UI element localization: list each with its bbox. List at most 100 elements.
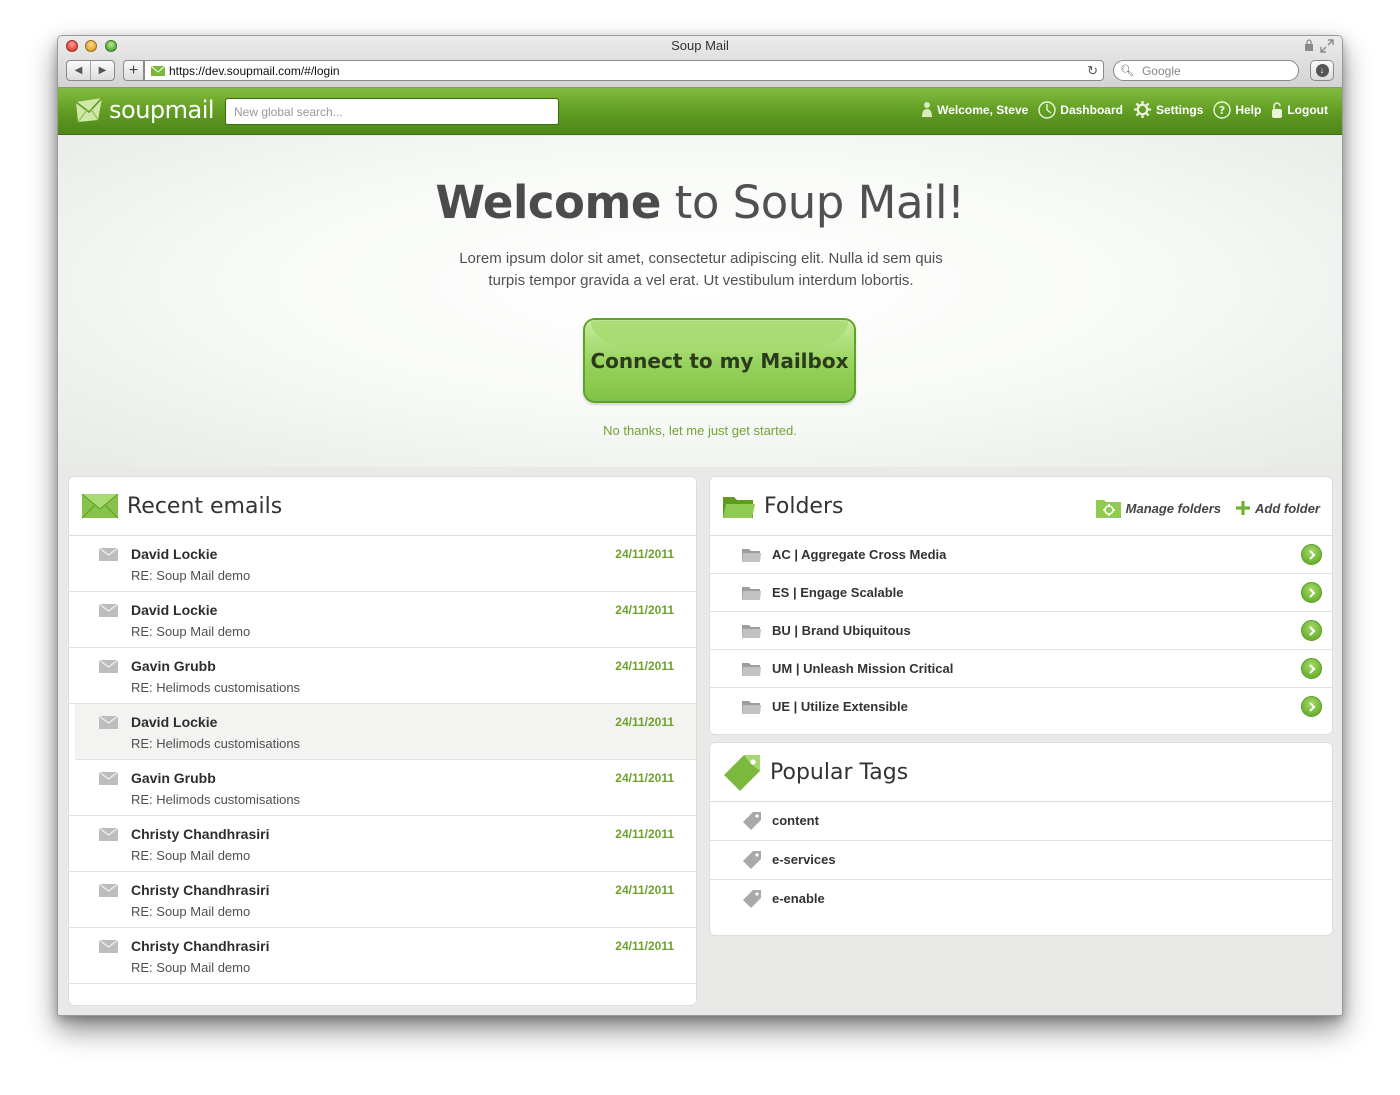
svg-text:?: ? <box>1219 104 1225 117</box>
hero-title: Welcome to Soup Mail! <box>58 176 1342 229</box>
email-row[interactable]: David Lockie RE: Soup Mail demo 24/11/2011 <box>69 592 696 648</box>
folder-name: ES | Engage Scalable <box>772 585 904 600</box>
forward-button[interactable]: ▶ <box>90 61 114 80</box>
email-date: 24/11/2011 <box>615 547 674 561</box>
add-tab-button[interactable]: + <box>123 60 144 81</box>
email-sender: Christy Chandhrasiri <box>131 938 270 954</box>
global-search-input[interactable] <box>225 98 559 125</box>
arrow-right-circle-icon[interactable] <box>1301 696 1322 717</box>
email-row[interactable]: Gavin Grubb RE: Helimods customisations 24… <box>69 760 696 816</box>
envelope-logo-icon <box>75 97 103 123</box>
email-date: 24/11/2011 <box>615 771 674 785</box>
connect-mailbox-button[interactable]: Connect to my Mailbox <box>583 318 856 403</box>
app-header: soupmail Welcome, Steve Dashboard <box>58 88 1342 135</box>
folder-list: AC | Aggregate Cross Media ES | Engage Sc… <box>710 536 1332 726</box>
tag-row[interactable]: e-enable <box>710 880 1332 919</box>
folder-row[interactable]: UM | Unleash Mission Critical <box>710 650 1332 688</box>
tag-icon <box>743 851 761 869</box>
nav-logout[interactable]: Logout <box>1271 101 1328 119</box>
logo[interactable]: soupmail <box>74 96 215 124</box>
logout-label: Logout <box>1287 102 1328 117</box>
plus-icon <box>1236 501 1250 515</box>
email-date: 24/11/2011 <box>615 715 674 729</box>
browser-search-field[interactable]: 🔍︎ Google <box>1113 60 1299 81</box>
arrow-right-circle-icon[interactable] <box>1301 582 1322 603</box>
envelope-icon <box>81 493 119 519</box>
add-folder-button[interactable]: Add folder <box>1235 500 1320 516</box>
email-subject: RE: Helimods customisations <box>131 736 301 751</box>
tag-label: content <box>772 813 819 828</box>
envelope-icon <box>99 716 118 729</box>
email-row[interactable]: David Lockie RE: Soup Mail demo 24/11/2011 <box>69 536 696 592</box>
email-subject: RE: Helimods customisations <box>131 792 301 807</box>
email-row[interactable]: Christy Chandhrasiri RE: Soup Mail demo 24… <box>69 872 696 928</box>
tag-row[interactable]: content <box>710 802 1332 841</box>
folder-row[interactable]: AC | Aggregate Cross Media <box>710 536 1332 574</box>
tag-row[interactable]: e-services <box>710 841 1332 880</box>
help-label: Help <box>1235 102 1262 117</box>
download-icon: ↓ <box>1315 64 1329 77</box>
email-row[interactable]: Gavin Grubb RE: Helimods customisations 24… <box>69 648 696 704</box>
arrow-right-circle-icon[interactable] <box>1301 658 1322 679</box>
envelope-icon <box>99 604 118 617</box>
nav-settings[interactable]: Settings <box>1133 100 1203 119</box>
manage-folders-button[interactable]: Manage folders <box>1095 497 1221 519</box>
folder-row[interactable]: ES | Engage Scalable <box>710 574 1332 612</box>
nav-dashboard[interactable]: Dashboard <box>1038 100 1123 119</box>
welcome-user[interactable]: Welcome, Steve <box>921 101 1028 118</box>
tag-list: content e-services e-enable <box>710 802 1332 919</box>
email-subject: RE: Soup Mail demo <box>131 960 251 975</box>
arrow-right-circle-icon[interactable] <box>1301 544 1322 565</box>
email-subject: RE: Soup Mail demo <box>131 904 251 919</box>
tag-icon <box>743 890 761 908</box>
folder-icon <box>742 625 761 638</box>
folders-header: Folders Manage folders Add folder <box>710 477 1332 536</box>
email-date: 24/11/2011 <box>615 883 674 897</box>
email-subject: RE: Soup Mail demo <box>131 568 251 583</box>
envelope-icon <box>99 940 118 953</box>
email-subject: RE: Soup Mail demo <box>131 624 251 639</box>
downloads-button[interactable]: ↓ <box>1310 60 1334 81</box>
hero-title-rest: to Soup Mail! <box>660 176 965 229</box>
favicon-icon <box>151 65 165 76</box>
email-row[interactable]: Christy Chandhrasiri RE: Soup Mail demo 24… <box>69 928 696 984</box>
email-row[interactable]: Christy Chandhrasiri RE: Soup Mail demo 24… <box>69 816 696 872</box>
tag-label: e-services <box>772 852 836 867</box>
nav-help[interactable]: ? Help <box>1213 100 1262 119</box>
envelope-icon <box>99 660 118 673</box>
url-text: https://dev.soupmail.com/#/login <box>169 63 340 78</box>
search-icon: 🔍︎ <box>1120 65 1134 77</box>
email-sender: Gavin Grubb <box>131 658 216 674</box>
back-button[interactable]: ◀ <box>67 61 90 80</box>
folder-icon <box>742 587 761 600</box>
folder-row[interactable]: BU | Brand Ubiquitous <box>710 612 1332 650</box>
folder-actions: Manage folders Add folder <box>1081 497 1320 519</box>
dashboard-icon <box>1038 100 1056 119</box>
address-bar[interactable]: https://dev.soupmail.com/#/login ↻ <box>144 60 1104 81</box>
email-date: 24/11/2011 <box>615 659 674 673</box>
email-sender: Christy Chandhrasiri <box>131 826 270 842</box>
manage-folders-label: Manage folders <box>1125 500 1221 516</box>
envelope-icon <box>99 828 118 841</box>
email-subject: RE: Helimods customisations <box>131 680 301 695</box>
recent-emails-header: Recent emails <box>69 477 696 536</box>
history-nav: ◀ ▶ <box>66 60 115 81</box>
lock-icon <box>1305 39 1313 51</box>
connect-mailbox-label: Connect to my Mailbox <box>590 348 849 373</box>
browser-search-placeholder: Google <box>1141 63 1181 78</box>
folders-panel: Folders Manage folders Add folder AC | A… <box>709 476 1333 735</box>
folder-name: UE | Utilize Extensible <box>772 699 908 714</box>
email-sender: David Lockie <box>131 602 218 618</box>
email-row[interactable]: David Lockie RE: Helimods customisations 2… <box>75 704 696 760</box>
folder-icon <box>742 663 761 676</box>
reload-icon[interactable]: ↻ <box>1087 63 1098 79</box>
help-icon: ? <box>1213 100 1232 119</box>
folder-name: BU | Brand Ubiquitous <box>772 623 911 638</box>
fullscreen-icon[interactable] <box>1320 39 1334 53</box>
skip-link[interactable]: No thanks, let me just get started. <box>58 423 1342 438</box>
folder-icon <box>742 549 761 562</box>
arrow-right-circle-icon[interactable] <box>1301 620 1322 641</box>
email-date: 24/11/2011 <box>615 939 674 953</box>
add-folder-label: Add folder <box>1255 500 1320 516</box>
folder-row[interactable]: UE | Utilize Extensible <box>710 688 1332 726</box>
